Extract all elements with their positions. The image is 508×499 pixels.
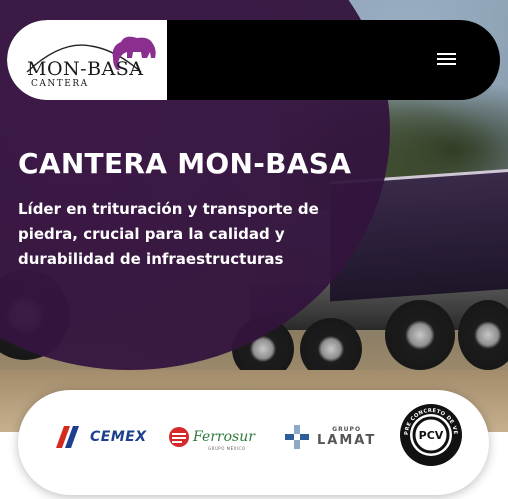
menu-line xyxy=(437,63,456,65)
logo-subtitle: CANTERA xyxy=(31,79,89,89)
site-logo-link[interactable]: MON-BASA CANTERA xyxy=(7,20,167,100)
hero-title: CANTERA MON-BASA xyxy=(18,147,352,180)
ferrosur-tagline: GRUPO MÉXICO xyxy=(208,446,246,451)
hero-subtitle: Líder en trituración y transporte de pie… xyxy=(18,200,319,268)
truck-wheel xyxy=(458,300,508,370)
partner-logo-preconcreto-veracruz[interactable]: PRE CONCRETO DE VERACRUZ PCV xyxy=(398,402,464,468)
partner-logo-cemex[interactable]: CEMEX xyxy=(56,426,147,448)
seal-monogram: PCV xyxy=(419,429,444,442)
partner-logo-lamat[interactable]: GRUPO LAMAT xyxy=(283,423,376,451)
partner-logo-ferrosur[interactable]: Ferrosur GRUPO MÉXICO xyxy=(168,426,255,451)
menu-line xyxy=(437,53,456,55)
logo-title: MON-BASA xyxy=(27,58,144,80)
lamat-wordmark: LAMAT xyxy=(317,433,377,448)
hamburger-menu-icon[interactable] xyxy=(437,48,461,70)
partners-logo-strip: CEMEX Ferrosur GRUPO MÉXICO GRUPO LAMAT xyxy=(18,390,489,495)
ferrosur-wordmark: Ferrosur xyxy=(193,429,255,445)
cemex-stripes-icon xyxy=(56,426,79,448)
ferrosur-emblem-icon xyxy=(169,427,189,447)
preconcreto-seal-icon: PRE CONCRETO DE VERACRUZ PCV xyxy=(398,402,462,466)
truck-wheel xyxy=(385,300,455,370)
menu-line xyxy=(437,58,456,60)
site-header: MON-BASA CANTERA xyxy=(7,20,500,100)
cemex-wordmark: CEMEX xyxy=(90,429,147,445)
lamat-group-label: GRUPO xyxy=(332,426,362,433)
lamat-cross-icon xyxy=(285,425,309,449)
lamat-text: GRUPO LAMAT xyxy=(317,426,376,448)
